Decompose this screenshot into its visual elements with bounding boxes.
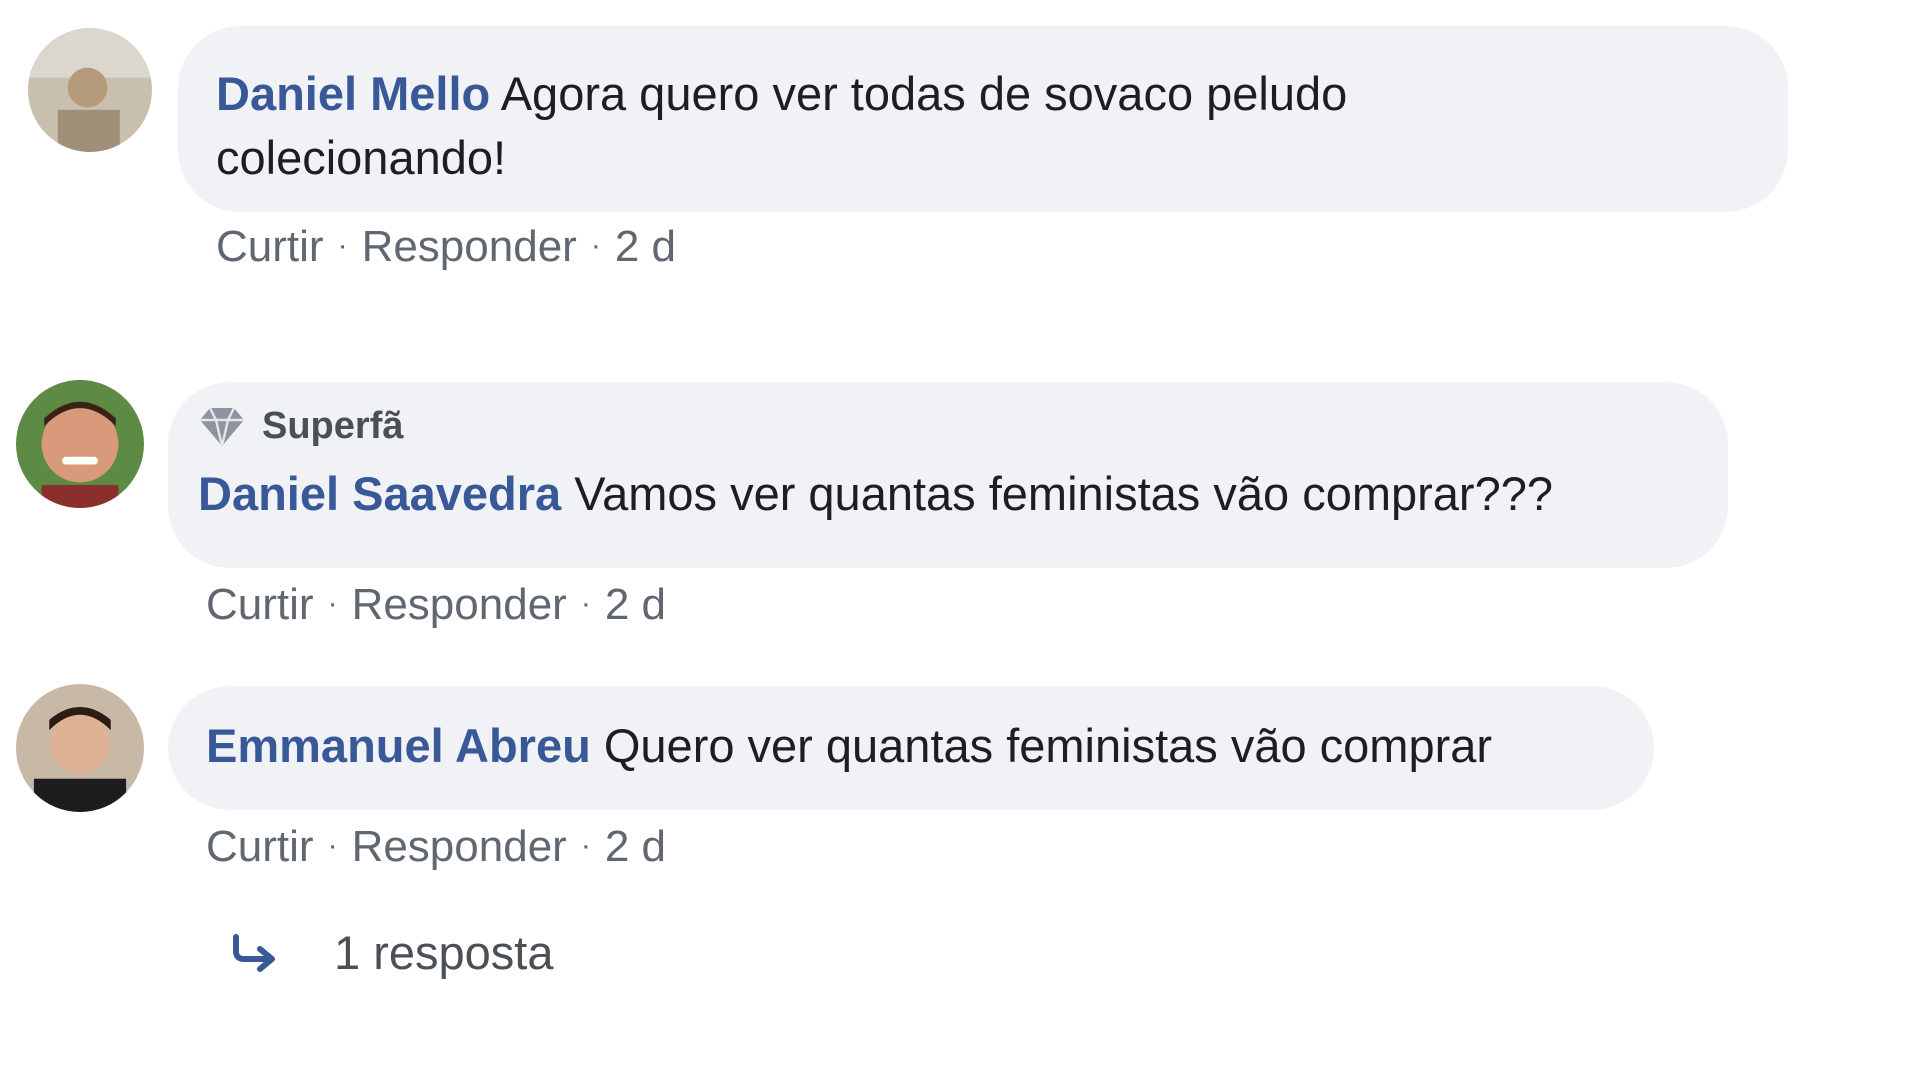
timestamp[interactable]: 2 d — [615, 222, 676, 271]
avatar[interactable] — [16, 380, 144, 508]
comment-text-continued: colecionando! — [216, 131, 507, 184]
superfan-badge: Superfã — [198, 404, 1728, 448]
reply-button[interactable]: Responder — [352, 822, 567, 871]
timestamp[interactable]: 2 d — [605, 580, 666, 629]
like-button[interactable]: Curtir — [206, 580, 314, 629]
badge-label: Superfã — [262, 404, 404, 447]
reply-arrow-icon — [233, 933, 275, 972]
reply-button[interactable]: Responder — [362, 222, 577, 271]
avatar-photo-icon — [16, 380, 144, 508]
comment-actions: Curtir · Responder · 2 d — [216, 222, 676, 271]
comment-bubble: Superfã Daniel Saavedra Vamos ver quanta… — [168, 382, 1728, 568]
like-button[interactable]: Curtir — [216, 222, 324, 271]
comment-text: Quero ver quantas feministas vão comprar — [603, 719, 1493, 772]
comment-text: Vamos ver quantas feministas vão comprar… — [574, 467, 1553, 520]
comment-author[interactable]: Daniel Saavedra — [198, 467, 561, 520]
comment-actions: Curtir · Responder · 2 d — [206, 822, 666, 871]
comment-text: Agora quero ver todas de sovaco peludo — [500, 67, 1348, 120]
avatar[interactable] — [16, 684, 144, 812]
avatar[interactable] — [28, 28, 152, 152]
comment-actions: Curtir · Responder · 2 d — [206, 580, 666, 629]
replies-count-label[interactable]: 1 resposta — [334, 925, 553, 980]
avatar-photo-icon — [28, 28, 152, 152]
comment-author[interactable]: Daniel Mello — [216, 67, 490, 120]
diamond-icon — [200, 407, 244, 447]
comment-bubble: Emmanuel Abreu Quero ver quantas feminis… — [168, 686, 1654, 810]
reply-button[interactable]: Responder — [352, 580, 567, 629]
like-button[interactable]: Curtir — [206, 822, 314, 871]
view-replies-link[interactable]: 1 resposta — [230, 925, 553, 980]
avatar-photo-icon — [16, 684, 144, 812]
timestamp[interactable]: 2 d — [605, 822, 666, 871]
comment-bubble: Daniel Mello Agora quero ver todas de so… — [178, 26, 1788, 212]
comment-author[interactable]: Emmanuel Abreu — [206, 719, 591, 772]
